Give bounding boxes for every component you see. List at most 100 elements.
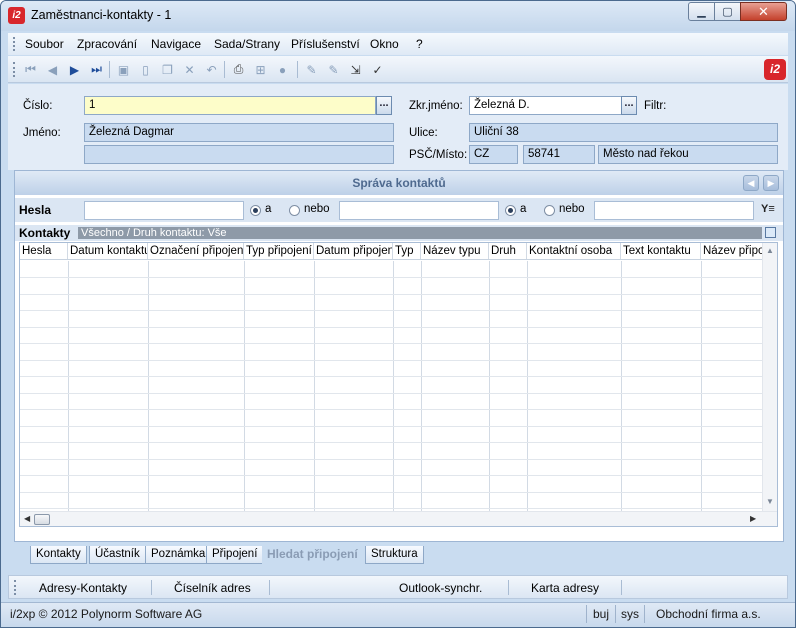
menu-help[interactable]: ? — [416, 37, 423, 51]
ulice-field[interactable]: Uliční 38 — [469, 123, 778, 142]
zkr-jmeno-field[interactable]: Železná D. — [469, 96, 622, 115]
copy-icon[interactable]: ❐ — [160, 62, 175, 77]
hesla-input-2[interactable] — [339, 201, 499, 220]
tab-poznamka[interactable]: Poznámka — [145, 546, 212, 564]
panel-next-button[interactable]: ▶ — [763, 175, 779, 191]
misto-field[interactable]: Město nad řekou — [598, 145, 778, 164]
new-icon[interactable]: ▯ — [138, 62, 153, 77]
kontakty-header: Kontakty Všechno / Druh kontaktu: Vše — [15, 225, 783, 241]
psc-field[interactable]: 58741 — [523, 145, 595, 164]
radio-nebo-1[interactable] — [289, 205, 300, 216]
status-separator — [644, 605, 645, 623]
record-form: Číslo: 1 ... Jméno: Železná Dagmar Zkr.j… — [8, 84, 788, 170]
toolbar-separator — [109, 61, 110, 78]
grid-column-line — [701, 261, 702, 511]
menu-prislusenstvi[interactable]: Příslušenství — [291, 37, 360, 51]
cislo-lookup-button[interactable]: ... — [376, 96, 392, 115]
hesla-input-3[interactable] — [594, 201, 754, 220]
grid-row-line — [20, 294, 762, 295]
col-nazev-typu[interactable]: Název typu — [421, 243, 489, 259]
print-icon[interactable]: ⎙ — [231, 62, 246, 77]
adresy-kontakty-button[interactable]: Adresy-Kontakty — [39, 581, 127, 595]
filter-check-icon[interactable]: ✓ — [370, 62, 385, 77]
col-text-kontaktu[interactable]: Text kontaktu — [621, 243, 701, 259]
vertical-scrollbar[interactable]: ▲ ▼ — [762, 243, 777, 511]
grid-row-line — [20, 409, 762, 410]
keyword-filter-row: Hesla a nebo a nebo Y≡ — [15, 198, 783, 222]
scroll-up-icon[interactable]: ▲ — [766, 246, 774, 255]
close-button[interactable]: ✕ — [740, 2, 787, 21]
radio-a-2-label: a — [520, 203, 527, 215]
menu-okno[interactable]: Okno — [370, 37, 399, 51]
filter-icon[interactable]: Y≡ — [761, 203, 775, 215]
menu-navigace[interactable]: Navigace — [151, 37, 201, 51]
ciselnik-adres-button[interactable]: Číselník adres — [174, 581, 251, 595]
first-record-icon[interactable]: ⏮ — [23, 62, 38, 77]
tab-hledat-pripojeni[interactable]: Hledat připojení — [262, 546, 363, 564]
tree-icon[interactable]: ⊞ — [253, 62, 268, 77]
app-logo-icon: i2 — [8, 7, 25, 24]
radio-a-2[interactable] — [505, 205, 516, 216]
outlook-synchr-button[interactable]: Outlook-synchr. — [399, 581, 482, 595]
menu-sada-strany[interactable]: Sada/Strany — [214, 37, 280, 51]
panel-title: Správa kontaktů — [15, 171, 783, 195]
grid-settings-icon[interactable] — [765, 227, 776, 238]
grid-row-line — [20, 327, 762, 328]
delete-icon[interactable]: ✕ — [182, 62, 197, 77]
horizontal-scrollbar[interactable]: ◀ ▶ — [20, 511, 777, 526]
grid-row-line — [20, 508, 762, 509]
maximize-button[interactable]: ▢ — [714, 2, 741, 21]
tab-kontakty[interactable]: Kontakty — [30, 546, 87, 564]
import-icon[interactable]: ⇲ — [348, 62, 363, 77]
function-bar-separator — [269, 580, 270, 595]
radio-a-1[interactable] — [250, 205, 261, 216]
scroll-left-icon[interactable]: ◀ — [24, 514, 30, 523]
col-hesla[interactable]: Hesla — [20, 243, 68, 259]
radio-nebo-2[interactable] — [544, 205, 555, 216]
menu-soubor[interactable]: Soubor — [25, 37, 64, 51]
toolbar-grip[interactable] — [13, 62, 15, 77]
menu-grip[interactable] — [13, 37, 15, 51]
col-nazev-pripojeni[interactable]: Název připo — [701, 243, 762, 259]
col-oznaceni-pripojeni[interactable]: Označení připojení — [148, 243, 244, 259]
prev-record-icon[interactable]: ◀ — [45, 62, 60, 77]
col-datum-pripojeni[interactable]: Datum připojení — [314, 243, 393, 259]
tab-struktura[interactable]: Struktura — [365, 546, 424, 564]
edit-disabled-icon[interactable]: ✎ — [326, 62, 341, 77]
stop-icon[interactable]: ● — [275, 62, 290, 77]
status-system: sys — [621, 607, 639, 621]
col-typ[interactable]: Typ — [393, 243, 421, 259]
undo-icon[interactable]: ↶ — [204, 62, 219, 77]
jmeno-field-2[interactable] — [84, 145, 394, 164]
karta-adresy-button[interactable]: Karta adresy — [531, 581, 599, 595]
minimize-button[interactable]: ▁ — [688, 2, 715, 21]
col-kontaktni-osoba[interactable]: Kontaktní osoba — [527, 243, 621, 259]
horizontal-scroll-thumb[interactable] — [34, 514, 50, 525]
cislo-field[interactable]: 1 — [84, 96, 376, 115]
function-bar-grip[interactable] — [14, 580, 16, 595]
col-druh[interactable]: Druh — [489, 243, 527, 259]
last-record-icon[interactable]: ⏭ — [89, 62, 104, 77]
jmeno-field[interactable]: Železná Dagmar — [84, 123, 394, 142]
scroll-right-icon[interactable]: ▶ — [750, 514, 756, 523]
tab-ucastnik[interactable]: Účastník — [89, 546, 146, 564]
col-typ-pripojeni[interactable]: Typ připojení — [244, 243, 314, 259]
edit-icon[interactable]: ✎ — [304, 62, 319, 77]
function-bar-separator — [151, 580, 152, 595]
next-record-icon[interactable]: ▶ — [67, 62, 82, 77]
country-field[interactable]: CZ — [469, 145, 518, 164]
menu-zpracovani[interactable]: Zpracování — [77, 37, 137, 51]
grid-column-line — [489, 261, 490, 511]
cislo-label: Číslo: — [23, 100, 53, 112]
zkr-jmeno-lookup-button[interactable]: ... — [621, 96, 637, 115]
scroll-down-icon[interactable]: ▼ — [766, 497, 774, 506]
panel-prev-button[interactable]: ◀ — [743, 175, 759, 191]
grid-body[interactable] — [20, 261, 762, 511]
toolbar-separator — [224, 61, 225, 78]
save-icon[interactable]: ▣ — [116, 62, 131, 77]
hesla-input-1[interactable] — [84, 201, 244, 220]
grid-row-line — [20, 442, 762, 443]
col-datum-kontaktu[interactable]: Datum kontaktu — [68, 243, 148, 259]
ulice-label: Ulice: — [409, 127, 438, 139]
tab-pripojeni[interactable]: Připojení — [206, 546, 264, 564]
